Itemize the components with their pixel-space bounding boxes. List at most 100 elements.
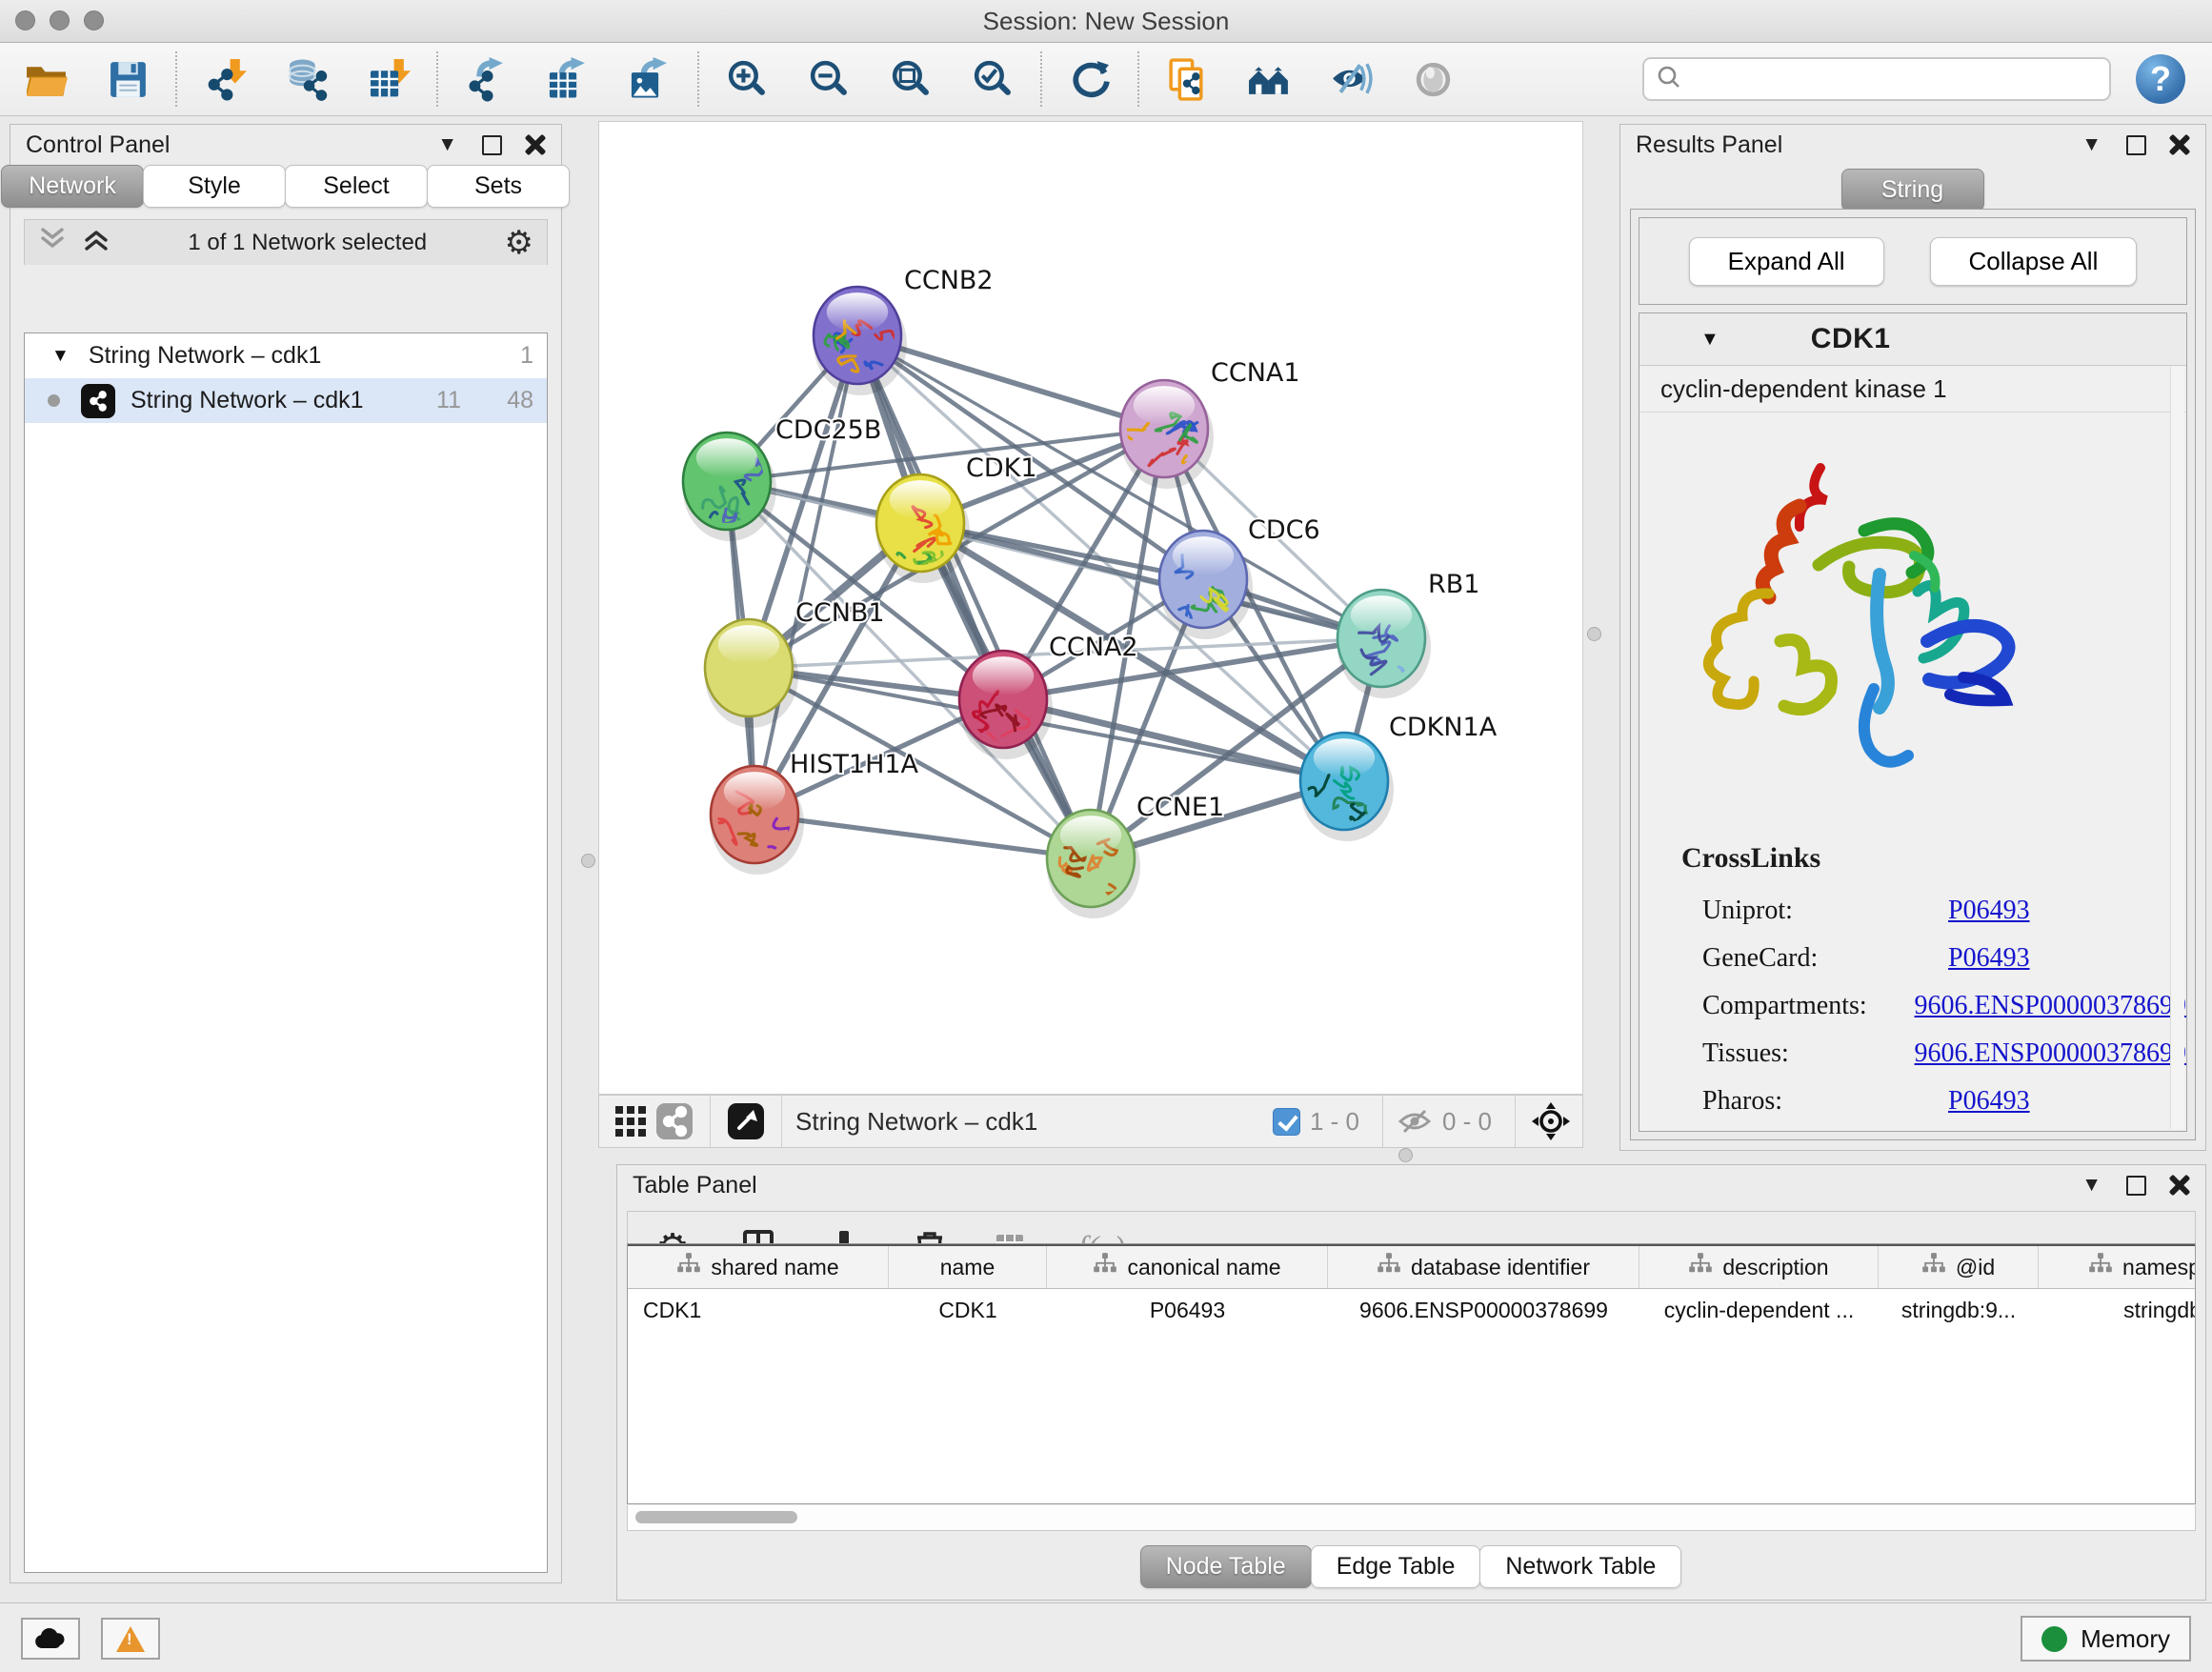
collapse-all-button[interactable]: Collapse All — [1930, 237, 2138, 286]
network-edge[interactable] — [754, 815, 1091, 858]
table-cell[interactable]: P06493 — [1047, 1298, 1328, 1323]
help-button[interactable]: ? — [2136, 54, 2185, 104]
bottom-splitter-handle[interactable] — [1398, 1148, 1413, 1162]
crosslink-link[interactable]: P06493 — [1948, 896, 2030, 926]
network-node-CCNA2[interactable] — [959, 651, 1053, 759]
network-view-icon[interactable] — [653, 1099, 696, 1143]
control-panel-close-icon[interactable] — [525, 134, 546, 155]
table-cell[interactable]: stringdb:9... — [1879, 1298, 2039, 1323]
results-panel-float-icon[interactable]: ▼ — [2081, 133, 2101, 156]
table-horizontal-scrollbar[interactable] — [627, 1505, 2196, 1531]
table-panel-undock-icon[interactable] — [2126, 1176, 2146, 1196]
network-node-RB1[interactable] — [1337, 590, 1431, 698]
update-network-icon[interactable] — [1067, 56, 1113, 102]
zoom-in-icon[interactable] — [724, 56, 770, 102]
window-close-button[interactable] — [15, 10, 35, 30]
window-zoom-button[interactable] — [84, 10, 104, 30]
expand-all-icon[interactable] — [82, 226, 111, 259]
table-cell[interactable]: 9606.ENSP00000378699 — [1328, 1298, 1639, 1323]
tab-network-table[interactable]: Network Table — [1479, 1545, 1681, 1588]
tab-style[interactable]: Style — [143, 165, 286, 208]
column-header-database-identifier[interactable]: database identifier — [1328, 1246, 1639, 1288]
column-header-canonical-name[interactable]: canonical name — [1047, 1246, 1328, 1288]
column-header--id[interactable]: @id — [1879, 1246, 2039, 1288]
show-hide-graphic-details-icon[interactable] — [1328, 56, 1374, 102]
zoom-fit-icon[interactable] — [888, 56, 934, 102]
memory-button[interactable]: Memory — [2021, 1616, 2191, 1662]
export-network-icon[interactable] — [463, 56, 509, 102]
import-table-icon[interactable] — [366, 56, 412, 102]
node-table[interactable]: shared namenamecanonical namedatabase id… — [627, 1243, 2196, 1504]
network-node-CDC6[interactable] — [1159, 531, 1253, 639]
crosslink-link[interactable]: P06493 — [1948, 943, 2030, 974]
column-header-shared-name[interactable]: shared name — [628, 1246, 889, 1288]
tab-select[interactable]: Select — [285, 165, 428, 208]
table-cell[interactable]: stringdb — [2039, 1298, 2196, 1323]
table-cell[interactable]: cyclin-dependent ... — [1639, 1298, 1879, 1323]
network-node-CDC25B[interactable] — [683, 433, 776, 541]
network-node-CDKN1A[interactable] — [1300, 733, 1395, 841]
entry-collapse-icon[interactable]: ▼ — [1700, 329, 1719, 351]
clone-network-icon[interactable] — [1164, 56, 1210, 102]
scrollbar-thumb[interactable] — [635, 1511, 797, 1523]
expand-all-button[interactable]: Expand All — [1689, 237, 1884, 286]
tab-node-table[interactable]: Node Table — [1140, 1545, 1312, 1588]
search-input[interactable] — [1642, 57, 2111, 101]
fit-content-crosshair-icon[interactable] — [1529, 1099, 1573, 1143]
tab-sets[interactable]: Sets — [427, 165, 570, 208]
network-edge[interactable] — [857, 335, 1091, 858]
left-splitter-handle[interactable] — [581, 854, 595, 868]
collection-expand-icon[interactable]: ▼ — [51, 346, 70, 367]
crosslink-link[interactable]: 9606.ENSP00000378699 — [1915, 991, 2186, 1021]
bird-eye-view-icon[interactable] — [1410, 56, 1456, 102]
warning-button[interactable] — [101, 1618, 160, 1660]
network-row[interactable]: String Network – cdk1 11 48 — [25, 378, 547, 423]
results-panel-undock-icon[interactable] — [2126, 135, 2146, 155]
search-text-field[interactable] — [1690, 65, 2098, 93]
window-minimize-button[interactable] — [50, 10, 70, 30]
control-panel-undock-icon[interactable] — [482, 135, 502, 155]
birds-eye-toggle-icon[interactable] — [724, 1099, 768, 1143]
network-node-CCNB2[interactable] — [814, 287, 907, 395]
column-header-name[interactable]: name — [889, 1246, 1047, 1288]
network-options-gear-icon[interactable]: ⚙ — [505, 227, 533, 259]
column-header-namespace[interactable]: namespace — [2039, 1246, 2196, 1288]
table-cell[interactable]: CDK1 — [889, 1298, 1047, 1323]
save-session-icon[interactable] — [105, 56, 151, 102]
results-panel-close-icon[interactable] — [2169, 134, 2190, 155]
network-canvas[interactable]: CCNB2CCNA1CDC25BCDK1CDC6RB1CCNB1CCNA2CDK… — [598, 121, 1583, 1095]
network-node-CDK1[interactable] — [876, 474, 970, 583]
network-node-CCNA1[interactable] — [1120, 380, 1214, 489]
table-cell[interactable]: CDK1 — [628, 1298, 889, 1323]
network-node-HIST1H1A[interactable] — [711, 766, 810, 875]
zoom-out-icon[interactable] — [806, 56, 852, 102]
column-header-description[interactable]: description — [1639, 1246, 1879, 1288]
export-image-icon[interactable] — [627, 56, 673, 102]
table-row[interactable]: CDK1CDK1P064939606.ENSP00000378699cyclin… — [628, 1289, 2195, 1331]
network-node-CCNE1[interactable] — [1047, 810, 1140, 918]
table-panel-float-icon[interactable]: ▼ — [2081, 1174, 2101, 1197]
entry-scrollbar[interactable] — [2170, 367, 2184, 1129]
network-collection-row[interactable]: ▼ String Network – cdk1 1 — [25, 333, 547, 378]
table-panel-close-icon[interactable] — [2169, 1175, 2190, 1196]
tab-string[interactable]: String — [1841, 169, 1984, 212]
tab-edge-table[interactable]: Edge Table — [1311, 1545, 1481, 1588]
show-all-panels-icon[interactable] — [1246, 56, 1292, 102]
right-splitter-handle[interactable] — [1587, 627, 1601, 641]
open-session-icon[interactable] — [23, 56, 69, 102]
network-edge[interactable] — [754, 335, 857, 815]
import-network-icon[interactable] — [202, 56, 248, 102]
grid-mode-icon[interactable] — [609, 1099, 653, 1143]
control-panel-float-icon[interactable]: ▼ — [437, 133, 457, 156]
collapse-all-icon[interactable] — [38, 226, 67, 259]
entry-header[interactable]: ▼ CDK1 — [1639, 313, 2186, 366]
window-controls[interactable] — [15, 10, 104, 30]
crosslink-link[interactable]: P06493 — [1948, 1086, 2030, 1117]
cloud-button[interactable] — [21, 1618, 80, 1660]
crosslink-link[interactable]: 9606.ENSP00000378699 — [1915, 1038, 2186, 1069]
tab-network[interactable]: Network — [1, 165, 144, 208]
import-network-from-database-icon[interactable] — [284, 56, 330, 102]
selected-indicator-checkbox[interactable] — [1273, 1108, 1300, 1136]
export-table-icon[interactable] — [545, 56, 591, 102]
zoom-selected-icon[interactable] — [970, 56, 1016, 102]
